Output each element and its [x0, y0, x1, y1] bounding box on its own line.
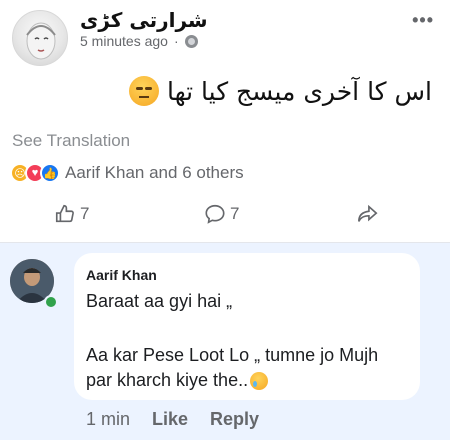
comment-icon — [205, 204, 225, 224]
online-status-indicator — [44, 295, 58, 309]
comment-like-button[interactable]: Like — [152, 409, 188, 430]
see-translation-link[interactable]: See Translation — [12, 131, 130, 151]
meta-separator: · — [173, 33, 179, 49]
comment-line-2: Aa kar Pese Loot Lo „ tumne jo Mujh — [86, 345, 379, 365]
more-icon[interactable]: ••• — [412, 10, 434, 31]
share-icon — [358, 204, 378, 222]
post-meta: 5 minutes ago · — [80, 33, 198, 49]
post-text: اس کا آخری میسج کیا تھا — [128, 76, 432, 106]
author-avatar[interactable] — [12, 10, 68, 66]
comment-line-3: par kharch kiye the.. — [86, 370, 249, 390]
comment-count: 7 — [230, 204, 240, 223]
post-author-name[interactable]: شرارتی کڑی — [80, 8, 208, 32]
unamused-emoji-icon — [128, 76, 159, 106]
post-actions: 7 7 — [0, 203, 450, 231]
like-count: 7 — [80, 204, 90, 223]
comment-bubble: Aarif Khan Baraat aa gyi hai „ Aa kar Pe… — [74, 253, 420, 400]
like-reaction-icon: 👍 — [40, 163, 60, 183]
like-icon — [55, 204, 74, 223]
commenter-name[interactable]: Aarif Khan — [86, 267, 157, 283]
share-action-button[interactable] — [356, 203, 380, 225]
post-time[interactable]: 5 minutes ago — [80, 33, 168, 49]
reactions-text: Aarif Khan and 6 others — [65, 163, 244, 182]
comment-area: Aarif Khan Baraat aa gyi hai „ Aa kar Pe… — [0, 243, 450, 440]
comment-action-button[interactable]: 7 — [204, 203, 239, 225]
tear-emoji-icon — [250, 371, 269, 390]
comment-line-1: Baraat aa gyi hai „ — [86, 291, 233, 311]
reactions-summary[interactable]: ☹ ♥ 👍 Aarif Khan and 6 others — [10, 163, 244, 183]
post-text-content: اس کا آخری میسج کیا تھا — [166, 76, 432, 106]
comment-line-3-row: par kharch kiye the.. — [86, 370, 269, 391]
comment-actions: 1 min Like Reply — [86, 409, 259, 430]
comment-time: 1 min — [86, 409, 131, 429]
post-card: شرارتی کڑی 5 minutes ago · ••• اس کا آخر… — [0, 0, 450, 242]
like-action-button[interactable]: 7 — [54, 203, 89, 225]
globe-icon[interactable] — [184, 34, 198, 48]
comment-reply-button[interactable]: Reply — [210, 409, 259, 430]
